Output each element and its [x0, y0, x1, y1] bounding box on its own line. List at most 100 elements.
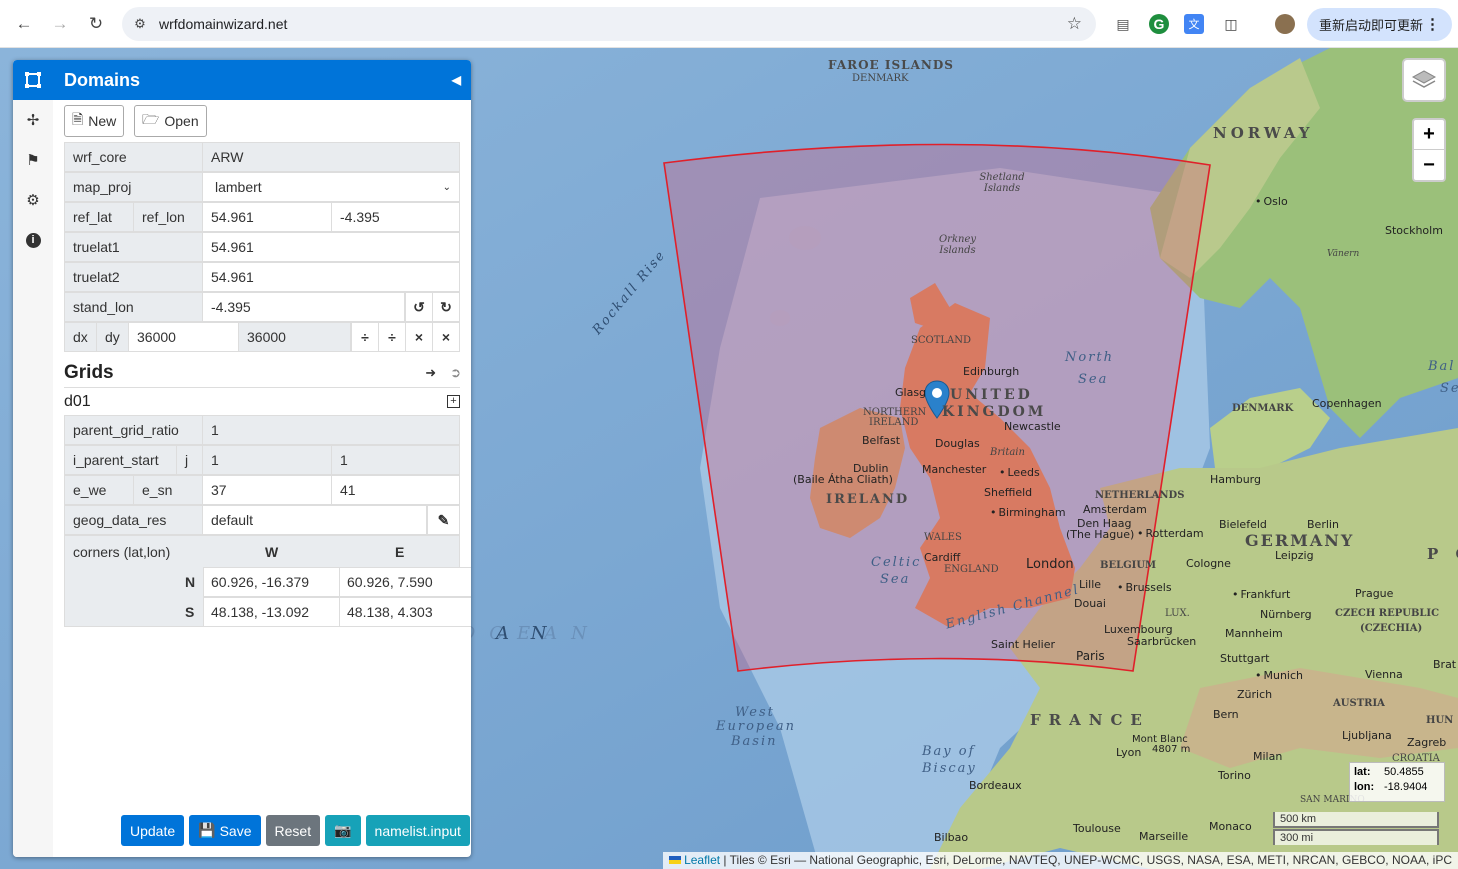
geog-data-res-row: geog_data_res default ✎	[64, 505, 460, 535]
corner-sw: 48.138, -13.092	[203, 597, 340, 627]
url-text[interactable]: wrfdomainwizard.net	[159, 16, 287, 32]
south-row-label: S	[185, 604, 195, 620]
back-arrow-icon[interactable]: ←	[12, 12, 36, 36]
map-label: NORWAY	[1213, 124, 1314, 142]
open-button[interactable]: 🗁 Open	[134, 105, 207, 137]
add-nest-plus-icon[interactable]: +	[447, 395, 460, 408]
save-button[interactable]: 💾 Save	[189, 815, 261, 846]
map-label: Shetland Islands	[979, 172, 1025, 194]
mouse-coordinates: lat: 50.4855 lon: -18.9404	[1349, 762, 1445, 802]
map-label: Bordeaux	[969, 779, 1022, 792]
site-info-icon[interactable]: ⚙	[132, 16, 148, 32]
leaflet-link[interactable]: Leaflet	[684, 853, 720, 867]
map-label: Belfast	[862, 434, 901, 447]
map-proj-select[interactable]: lambert ⌄	[203, 173, 459, 201]
forward-arrow-icon[interactable]: →	[48, 12, 72, 36]
e-we-input[interactable]: 37	[203, 476, 332, 504]
dx-dy-row: dx dy 36000 36000 ÷ ÷ × ×	[64, 322, 460, 352]
corners-label: corners (lat,lon)	[73, 544, 171, 560]
ref-lat-input[interactable]: 54.961	[203, 203, 332, 231]
lat-value: 50.4855	[1384, 766, 1424, 778]
edit-icon[interactable]: ✎	[427, 506, 459, 534]
grid-name: d01	[64, 393, 91, 410]
map-label: Birmingham	[990, 506, 1066, 519]
zoom-out-button[interactable]: −	[1414, 150, 1444, 180]
lon-label: lon:	[1354, 781, 1375, 793]
floppy-disk-icon: 💾	[198, 822, 216, 838]
i-parent-start-value: 1	[203, 446, 332, 474]
redo-icon[interactable]: ↻	[432, 293, 459, 321]
map-label: KINGDOM	[942, 404, 1047, 420]
map-proj-value: lambert	[215, 179, 262, 195]
dx-input[interactable]: 36000	[129, 323, 239, 351]
new-button[interactable]: 🗎 New	[64, 105, 125, 137]
document-icon[interactable]: ▤	[1113, 14, 1133, 34]
e-sn-input[interactable]: 41	[332, 476, 459, 504]
bookmark-star-icon[interactable]: ☆	[1067, 14, 1082, 34]
namelist-button[interactable]: namelist.input	[365, 815, 470, 846]
layers-control-button[interactable]	[1402, 58, 1446, 102]
map-label: (CZECHIA)	[1360, 623, 1423, 634]
tab-satellite[interactable]: ✢	[13, 100, 53, 140]
corner-se: 48.138, 4.303	[339, 597, 471, 627]
truelat1-label: truelat1	[65, 233, 203, 261]
map-label: Celtic	[871, 555, 922, 570]
map-label: Newcastle	[1004, 420, 1061, 433]
j-label: j	[177, 446, 203, 474]
update-button[interactable]: Update	[121, 815, 185, 846]
truelat1-input[interactable]: 54.961	[203, 233, 459, 261]
address-bar[interactable]: ⚙ wrfdomainwizard.net ☆	[122, 7, 1096, 41]
export-icon[interactable]: ➲	[450, 365, 461, 381]
tab-info[interactable]: i	[13, 220, 53, 260]
map-label: Leipzig	[1275, 549, 1314, 562]
divide-icon[interactable]: ÷	[351, 323, 378, 351]
map-label: HUN	[1426, 715, 1454, 726]
stand-lon-input[interactable]: -4.395	[203, 293, 405, 321]
map-label: Nürnberg	[1260, 608, 1312, 621]
tab-map-layers[interactable]: ⚑	[13, 140, 53, 180]
update-browser-button[interactable]: 重新启动即可更新 ⋮	[1307, 8, 1452, 41]
extensions-puzzle-icon[interactable]: ◫	[1221, 14, 1241, 34]
map-label: Orkney Islands	[938, 234, 977, 256]
ref-lon-label: ref_lon	[134, 203, 203, 231]
geog-data-res-input[interactable]: default	[203, 506, 427, 534]
j-parent-start-value: 1	[332, 446, 459, 474]
tab-domains[interactable]	[13, 60, 53, 100]
dy-input[interactable]: 36000	[239, 323, 351, 351]
screenshot-button[interactable]: 📷	[325, 815, 361, 846]
collapse-caret-icon[interactable]: ◀	[452, 60, 461, 100]
undo-icon[interactable]: ↺	[405, 293, 432, 321]
domain-square-icon	[25, 72, 41, 88]
translate-icon[interactable]: 文	[1184, 14, 1204, 34]
new-file-icon: 🗎	[72, 111, 84, 127]
map-label: Hamburg	[1210, 473, 1261, 486]
zoom-in-button[interactable]: +	[1414, 120, 1444, 150]
grids-actions: ➜ ➲	[425, 365, 461, 381]
ref-lon-input[interactable]: -4.395	[332, 203, 459, 231]
tab-settings[interactable]: ⚙	[13, 180, 53, 220]
profile-avatar[interactable]	[1275, 14, 1295, 34]
import-icon[interactable]: ➜	[425, 365, 436, 381]
map-label: Torino	[1218, 769, 1251, 782]
truelat2-input[interactable]: 54.961	[203, 263, 459, 291]
map-label: Brussels	[1117, 581, 1172, 594]
multiply-icon[interactable]: ×	[432, 323, 459, 351]
map-label: Basin	[731, 734, 778, 749]
more-menu-icon[interactable]: ⋮	[1425, 15, 1440, 33]
map-label: Bay of	[922, 744, 976, 759]
multiply-icon[interactable]: ×	[405, 323, 432, 351]
map-label: IRELAND	[826, 492, 910, 507]
dy-label: dy	[97, 323, 129, 351]
reload-icon[interactable]: ↻	[84, 12, 108, 36]
sidebar: ✢ ⚑ ⚙ i Domains ◀ 🗎 New 🗁 Open wrf_core AR…	[13, 60, 471, 857]
pane-title: Domains	[64, 70, 141, 90]
map-label: Douglas	[935, 437, 980, 450]
satellite-icon: ✢	[26, 112, 40, 129]
reset-button[interactable]: Reset	[265, 815, 321, 846]
grammarly-icon[interactable]: G	[1149, 14, 1169, 34]
gear-icon: ⚙	[26, 192, 40, 209]
map-label: DENMARK	[852, 73, 909, 84]
truelat1-row: truelat1 54.961	[64, 232, 460, 262]
lon-value: -18.9404	[1384, 781, 1428, 793]
divide-icon[interactable]: ÷	[378, 323, 405, 351]
